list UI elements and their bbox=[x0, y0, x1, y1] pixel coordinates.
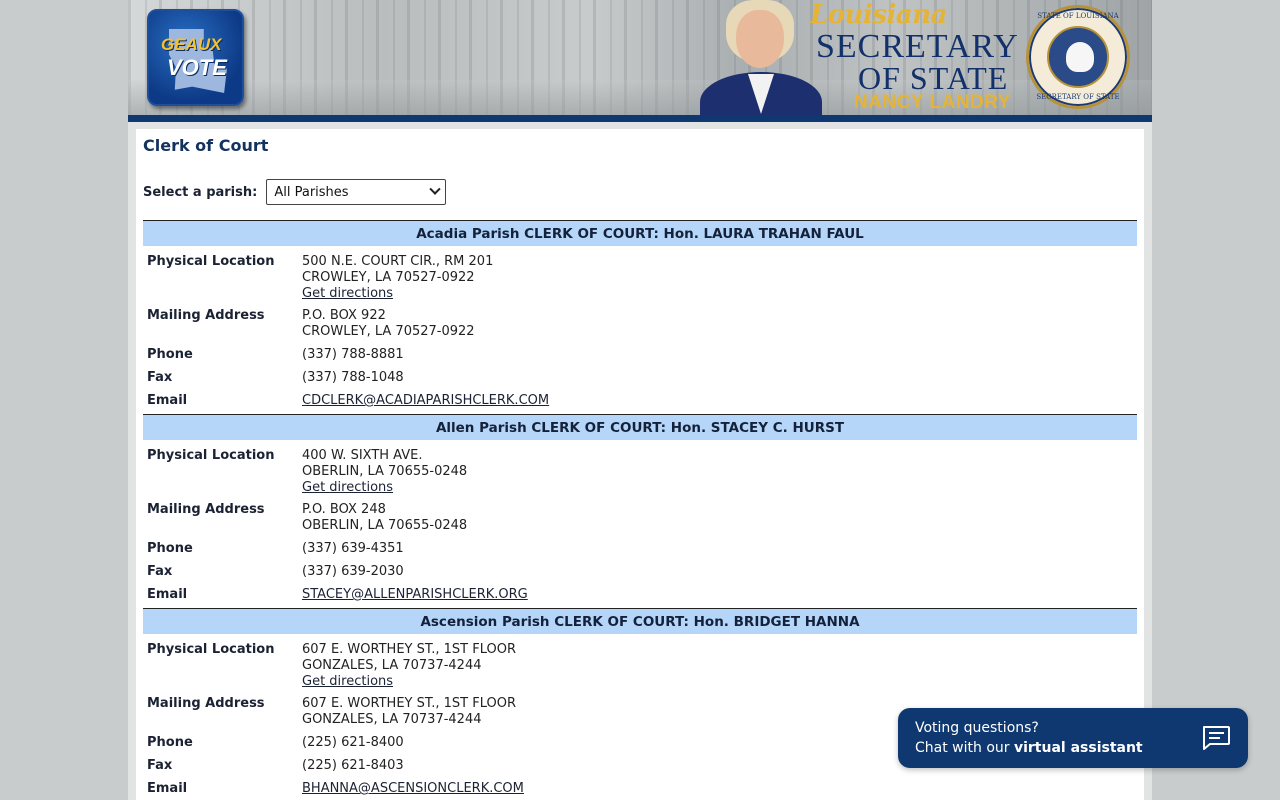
virtual-assistant-chat-button[interactable]: Voting questions? Chat with our virtual … bbox=[898, 708, 1248, 768]
mailing-address-line2: OBERLIN, LA 70655-0248 bbox=[302, 518, 468, 533]
parish-heading: Acadia Parish CLERK OF COURT: Hon. LAURA… bbox=[143, 220, 1137, 246]
parish-select-value: All Parishes bbox=[274, 184, 349, 200]
chat-bubble-icon bbox=[1203, 726, 1230, 750]
logo-text-vote: VOTE bbox=[167, 55, 227, 80]
seal-bottom-text: SECRETARY OF STATE bbox=[1036, 93, 1120, 101]
physical-location-label: Physical Location bbox=[147, 448, 275, 463]
parish-card: Allen Parish CLERK OF COURT: Hon. STACEY… bbox=[143, 414, 1137, 608]
physical-location-row: Physical Location 500 N.E. COURT CIR., R… bbox=[143, 246, 1137, 308]
get-directions-link[interactable]: Get directions bbox=[302, 674, 393, 689]
mailing-address-line1: P.O. BOX 248 bbox=[302, 502, 386, 517]
physical-location-row: Physical Location 607 E. WORTHEY ST., 1S… bbox=[143, 634, 1137, 696]
physical-address-line2: GONZALES, LA 70737-4244 bbox=[302, 658, 482, 673]
state-seal-icon: STATE OF LOUISIANA SECRETARY OF STATE bbox=[1026, 5, 1130, 109]
get-directions-link[interactable]: Get directions bbox=[302, 286, 393, 301]
mailing-address-label: Mailing Address bbox=[147, 502, 265, 517]
phone-value: (337) 639-4351 bbox=[302, 541, 404, 556]
parish-select[interactable]: All Parishes bbox=[266, 179, 447, 205]
phone-label: Phone bbox=[147, 541, 193, 556]
physical-address-line2: OBERLIN, LA 70655-0248 bbox=[302, 464, 468, 479]
fax-label: Fax bbox=[147, 564, 173, 579]
email-row: Email BHANNA@ASCENSIONCLERK.COM bbox=[143, 781, 1137, 800]
chat-line2: Chat with our virtual assistant bbox=[915, 738, 1231, 758]
email-label: Email bbox=[147, 781, 188, 796]
chat-line2-prefix: Chat with our bbox=[915, 740, 1010, 756]
phone-label: Phone bbox=[147, 347, 193, 362]
email-label: Email bbox=[147, 587, 188, 602]
parish-heading: Allen Parish CLERK OF COURT: Hon. STACEY… bbox=[143, 414, 1137, 440]
sos-name: NANCY LANDRY bbox=[854, 92, 1011, 113]
parish-select-label: Select a parish: bbox=[143, 184, 258, 200]
phone-row: Phone (337) 639-4351 bbox=[143, 541, 1137, 564]
fax-label: Fax bbox=[147, 370, 173, 385]
chat-line2-bold: virtual assistant bbox=[1013, 740, 1143, 756]
physical-address-line1: 400 W. SIXTH AVE. bbox=[302, 448, 423, 463]
phone-row: Phone (337) 788-8881 bbox=[143, 347, 1137, 370]
fax-row: Fax (337) 639-2030 bbox=[143, 564, 1137, 587]
secretary-portrait bbox=[700, 0, 822, 115]
email-row: Email STACEY@ALLENPARISHCLERK.ORG bbox=[143, 587, 1137, 608]
physical-address-line2: CROWLEY, LA 70527-0922 bbox=[302, 270, 475, 285]
fax-value: (337) 788-1048 bbox=[302, 370, 404, 385]
phone-label: Phone bbox=[147, 735, 193, 750]
physical-location-label: Physical Location bbox=[147, 642, 275, 657]
email-label: Email bbox=[147, 393, 188, 408]
chevron-down-icon bbox=[429, 183, 442, 195]
email-row: Email CDCLERK@ACADIAPARISHCLERK.COM bbox=[143, 393, 1137, 414]
mailing-address-row: Mailing Address P.O. BOX 248 OBERLIN, LA… bbox=[143, 502, 1137, 541]
mailing-address-line2: CROWLEY, LA 70527-0922 bbox=[302, 324, 475, 339]
logo-text-geaux: GEAUX bbox=[161, 35, 222, 54]
physical-address-line1: 500 N.E. COURT CIR., RM 201 bbox=[302, 254, 494, 269]
email-link[interactable]: BHANNA@ASCENSIONCLERK.COM bbox=[302, 781, 524, 796]
seal-top-text: STATE OF LOUISIANA bbox=[1037, 12, 1119, 20]
banner-divider bbox=[128, 115, 1152, 122]
mailing-address-line1: P.O. BOX 922 bbox=[302, 308, 386, 323]
mailing-address-label: Mailing Address bbox=[147, 696, 265, 711]
email-link[interactable]: CDCLERK@ACADIAPARISHCLERK.COM bbox=[302, 393, 549, 408]
page-title: Clerk of Court bbox=[143, 136, 269, 155]
fax-value: (337) 639-2030 bbox=[302, 564, 404, 579]
fax-label: Fax bbox=[147, 758, 173, 773]
physical-location-row: Physical Location 400 W. SIXTH AVE. OBER… bbox=[143, 440, 1137, 502]
phone-value: (337) 788-8881 bbox=[302, 347, 404, 362]
chat-line1: Voting questions? bbox=[915, 720, 1039, 736]
geaux-vote-logo[interactable]: GEAUX VOTE bbox=[147, 9, 244, 106]
parish-card: Acadia Parish CLERK OF COURT: Hon. LAURA… bbox=[143, 220, 1137, 414]
physical-location-label: Physical Location bbox=[147, 254, 275, 269]
main-content: Clerk of Court Select a parish: All Pari… bbox=[136, 129, 1144, 800]
page-wrapper: GEAUX VOTE Louisiana SECRETARY OF STATE … bbox=[128, 0, 1152, 800]
email-link[interactable]: STACEY@ALLENPARISHCLERK.ORG bbox=[302, 587, 528, 602]
get-directions-link[interactable]: Get directions bbox=[302, 480, 393, 495]
sos-script-title: Louisiana bbox=[810, 0, 948, 30]
parish-card: Ascension Parish CLERK OF COURT: Hon. BR… bbox=[143, 608, 1137, 800]
pelican-icon bbox=[1066, 42, 1094, 72]
site-banner: GEAUX VOTE Louisiana SECRETARY OF STATE … bbox=[128, 0, 1152, 115]
mailing-address-label: Mailing Address bbox=[147, 308, 265, 323]
parish-heading: Ascension Parish CLERK OF COURT: Hon. BR… bbox=[143, 608, 1137, 634]
parish-filter: Select a parish: All Parishes bbox=[143, 179, 1137, 205]
fax-row: Fax (337) 788-1048 bbox=[143, 370, 1137, 393]
mailing-address-row: Mailing Address P.O. BOX 922 CROWLEY, LA… bbox=[143, 308, 1137, 347]
physical-address-line1: 607 E. WORTHEY ST., 1ST FLOOR bbox=[302, 642, 516, 657]
